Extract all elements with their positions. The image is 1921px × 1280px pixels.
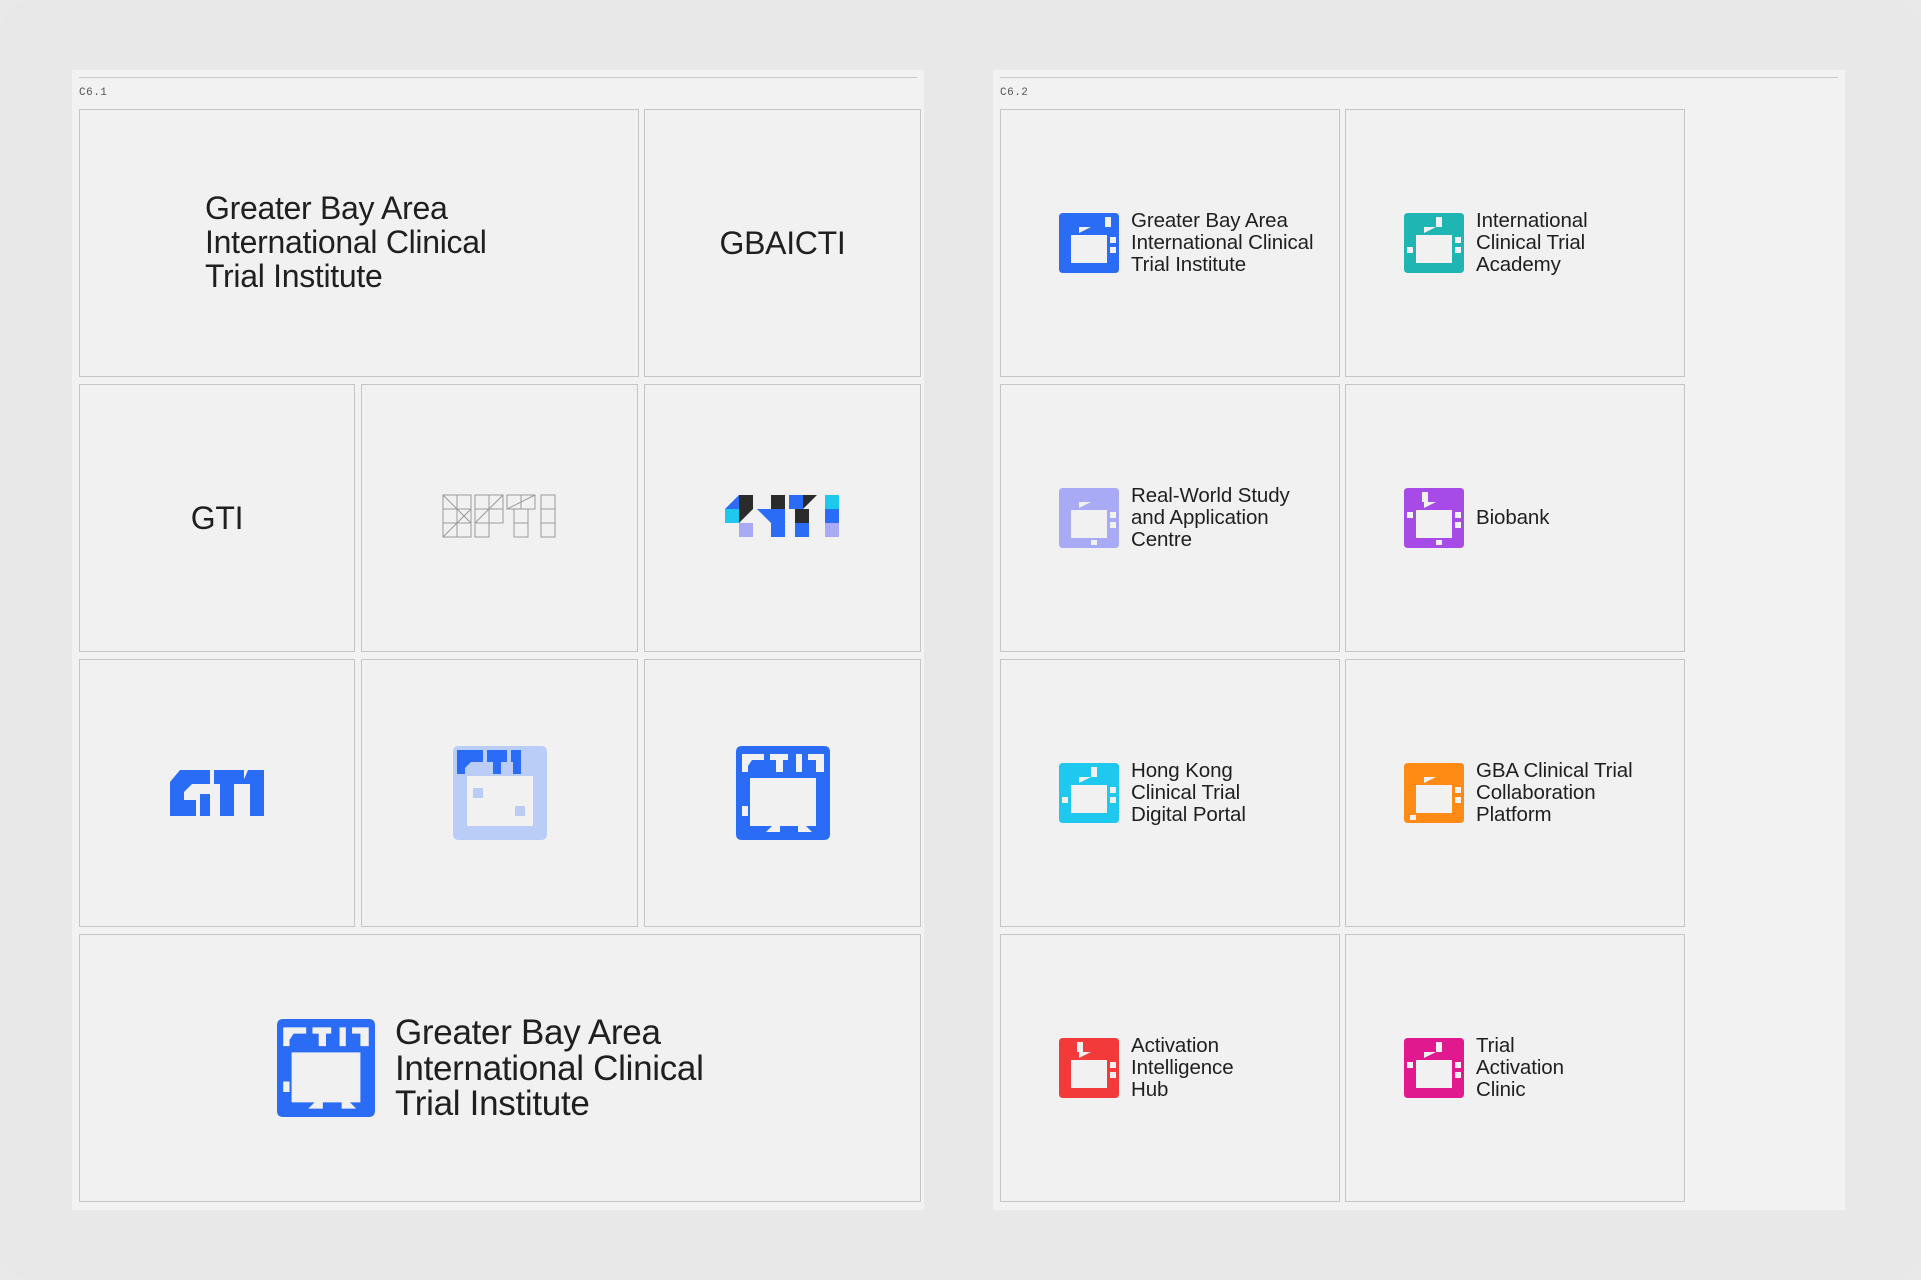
sub-brand-name-line: Trial Institute bbox=[1131, 253, 1247, 276]
sub-brand-cell: Hong Kong Clinical Trial Digital Portal bbox=[1000, 659, 1340, 927]
sub-brand-name-line: Hong Kong bbox=[1131, 759, 1233, 782]
sub-brand-lockup: GBA Clinical Trial Collaboration Platform bbox=[1404, 760, 1633, 826]
sub-brand-name-line: Biobank bbox=[1476, 506, 1550, 529]
sub-brand-lockup: Real-World Study and Application Centre bbox=[1059, 485, 1290, 551]
gti-solid-icon bbox=[170, 770, 264, 816]
sub-brand-name-line: Digital Portal bbox=[1131, 803, 1246, 826]
gti-color-cell bbox=[644, 384, 921, 652]
sheet-code: C6.1 bbox=[79, 87, 108, 99]
gti-mark-icon bbox=[277, 1019, 375, 1118]
wordmark-line: Trial Institute bbox=[205, 258, 383, 294]
sub-brand-name: GBA Clinical Trial Collaboration Platform bbox=[1476, 760, 1633, 826]
primary-lockup: Greater Bay Area International Clinical … bbox=[277, 1015, 704, 1122]
sub-brand-name-line: Collaboration bbox=[1476, 781, 1596, 804]
lockup-line: International Clinical bbox=[395, 1048, 704, 1088]
acronym-cell: GBAICTI bbox=[644, 109, 921, 377]
sub-brand-name-line: Trial bbox=[1476, 1034, 1515, 1057]
sub-brand-name: Real-World Study and Application Centre bbox=[1131, 485, 1290, 551]
wordmark-line: International Clinical bbox=[205, 224, 487, 260]
sub-brand-name-line: Activation bbox=[1131, 1034, 1219, 1057]
sub-brand-name: Trial Activation Clinic bbox=[1476, 1035, 1564, 1101]
sub-brand-name: International Clinical Trial Academy bbox=[1476, 210, 1588, 276]
sub-brand-name-line: Real-World Study bbox=[1131, 484, 1290, 507]
sub-brand-name-line: Intelligence bbox=[1131, 1056, 1234, 1079]
sheet-c6-2: C6.2 Greater Bay Area International Clini… bbox=[993, 70, 1845, 1210]
sub-brand-name: Biobank bbox=[1476, 507, 1549, 529]
gti-construction-cell bbox=[361, 384, 638, 652]
sub-brand-name: Greater Bay Area International Clinical Tr… bbox=[1131, 209, 1314, 276]
full-wordmark: Greater Bay Area International Clinical … bbox=[205, 191, 487, 293]
sub-brand-cell: GBA Clinical Trial Collaboration Platform bbox=[1345, 659, 1685, 927]
short-wordmark: GTI bbox=[190, 500, 244, 536]
sub-brand-name-line: GBA Clinical Trial bbox=[1476, 759, 1633, 782]
activation-hub-mark-icon bbox=[1059, 1038, 1119, 1098]
sub-brand-lockup: Biobank bbox=[1404, 488, 1549, 548]
sub-brand-lockup: Trial Activation Clinic bbox=[1404, 1035, 1564, 1101]
sub-brand-name-line: International Clinical bbox=[1131, 231, 1314, 254]
collab-platform-mark-icon bbox=[1404, 763, 1464, 823]
sub-brand-cell: Biobank bbox=[1345, 384, 1685, 652]
sheet-rule bbox=[1000, 77, 1838, 78]
acronym-wordmark: GBAICTI bbox=[719, 225, 846, 261]
trial-clinic-mark-icon bbox=[1404, 1038, 1464, 1098]
lockup-line: Trial Institute bbox=[395, 1084, 590, 1123]
sheet-rule bbox=[79, 77, 917, 78]
sub-brand-name-line: Clinical Trial bbox=[1131, 781, 1241, 804]
sub-brand-lockup: International Clinical Trial Academy bbox=[1404, 210, 1588, 276]
wordmark-line: Greater Bay Area bbox=[205, 190, 448, 226]
lockup-line: Greater Bay Area bbox=[395, 1013, 661, 1052]
mark-solid-cell bbox=[644, 659, 921, 927]
sub-brand-name-line: Hub bbox=[1131, 1078, 1169, 1101]
biobank-mark-icon bbox=[1404, 488, 1464, 548]
sub-brand-name-line: Platform bbox=[1476, 803, 1552, 826]
sub-brand-lockup: Activation Intelligence Hub bbox=[1059, 1035, 1234, 1101]
sub-brand-name-line: and Application bbox=[1131, 506, 1269, 529]
board: C6.1 Greater Bay Area International Clin… bbox=[0, 0, 1921, 1280]
rws-mark-icon bbox=[1059, 488, 1119, 548]
gbaicti-mark-icon bbox=[1059, 213, 1119, 273]
hk-portal-mark-icon bbox=[1059, 763, 1119, 823]
sub-brand-cell: Greater Bay Area International Clinical Tr… bbox=[1000, 109, 1340, 377]
sub-brand-name-line: Clinic bbox=[1476, 1078, 1526, 1101]
sub-brand-name: Hong Kong Clinical Trial Digital Portal bbox=[1131, 760, 1246, 826]
sub-brand-name-line: Clinical Trial bbox=[1476, 231, 1586, 254]
gti-mark-solid-icon bbox=[735, 746, 830, 840]
sub-brand-cell: Activation Intelligence Hub bbox=[1000, 934, 1340, 1202]
sheet-c6-1: C6.1 Greater Bay Area International Clin… bbox=[72, 70, 924, 1210]
academy-mark-icon bbox=[1404, 213, 1464, 273]
sub-brand-cell: Trial Activation Clinic bbox=[1345, 934, 1685, 1202]
sub-brand-name-line: Academy bbox=[1476, 253, 1561, 276]
sub-brand-name: Activation Intelligence Hub bbox=[1131, 1035, 1234, 1101]
sub-brand-cell: International Clinical Trial Academy bbox=[1345, 109, 1685, 377]
gti-solid-cell bbox=[79, 659, 355, 927]
primary-lockup-name: Greater Bay Area International Clinical … bbox=[395, 1015, 704, 1122]
sub-brand-lockup: Greater Bay Area International Clinical Tr… bbox=[1059, 209, 1314, 276]
full-wordmark-cell: Greater Bay Area International Clinical … bbox=[79, 109, 639, 377]
sub-brand-name-line: Centre bbox=[1131, 528, 1192, 551]
short-wordmark-cell: GTI bbox=[79, 384, 355, 652]
gti-mark-light-icon bbox=[452, 746, 547, 840]
primary-lockup-cell: Greater Bay Area International Clinical … bbox=[79, 934, 921, 1202]
sub-brand-lockup: Hong Kong Clinical Trial Digital Portal bbox=[1059, 760, 1246, 826]
sub-brand-name-line: Activation bbox=[1476, 1056, 1564, 1079]
sheet-code: C6.2 bbox=[1000, 87, 1029, 99]
gti-outline-icon bbox=[442, 494, 555, 538]
mark-light-cell bbox=[361, 659, 638, 927]
sub-brand-cell: Real-World Study and Application Centre bbox=[1000, 384, 1340, 652]
sub-brand-name-line: International bbox=[1476, 209, 1588, 232]
sub-brand-name-line: Greater Bay Area bbox=[1131, 209, 1288, 232]
gti-color-icon bbox=[724, 495, 839, 537]
